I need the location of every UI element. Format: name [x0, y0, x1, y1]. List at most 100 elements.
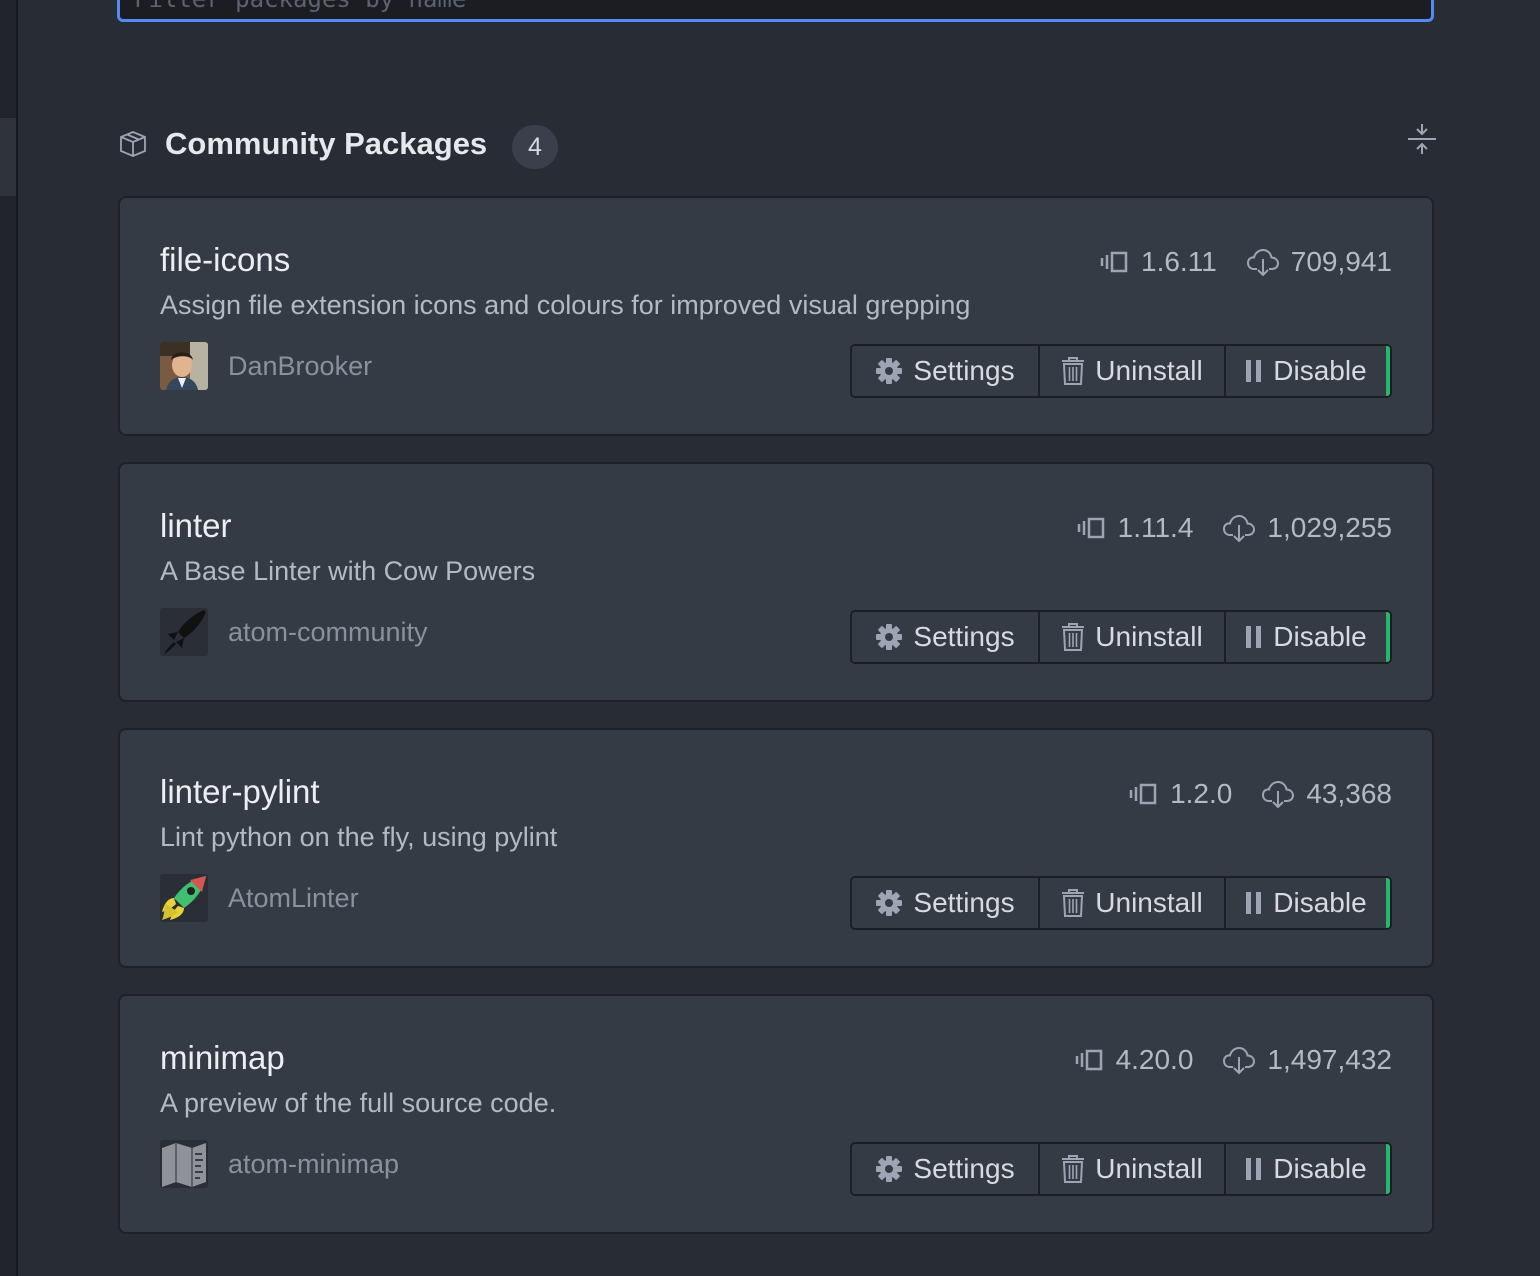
uninstall-button[interactable]: Uninstall [1038, 612, 1224, 662]
package-downloads: 1,497,432 [1267, 1044, 1392, 1075]
package-description: A Base Linter with Cow Powers [160, 556, 536, 586]
cloud-download-icon [1223, 1046, 1256, 1075]
downloads-stat: 1,497,432 [1223, 1044, 1392, 1076]
author-name[interactable]: atom-community [228, 617, 428, 648]
uninstall-label: Uninstall [1095, 355, 1203, 386]
package-author[interactable]: atom-minimap [160, 1140, 399, 1188]
package-description: Lint python on the fly, using pylint [160, 822, 558, 852]
package-name[interactable]: file-icons [160, 238, 290, 282]
trash-icon [1062, 889, 1085, 917]
disable-button[interactable]: Disable [1224, 612, 1390, 662]
package-description: A preview of the full source code. [160, 1088, 557, 1118]
cloud-download-icon [1246, 248, 1279, 277]
avatar [160, 1140, 208, 1188]
avatar [160, 608, 208, 656]
settings-button[interactable]: Settings [852, 1144, 1038, 1194]
trash-icon [1062, 1155, 1085, 1183]
settings-label: Settings [913, 1153, 1015, 1184]
settings-label: Settings [913, 621, 1015, 652]
package-name[interactable]: linter [160, 504, 232, 548]
versions-icon [1077, 517, 1104, 539]
package-downloads: 43,368 [1306, 778, 1392, 809]
disable-label: Disable [1273, 887, 1367, 918]
downloads-stat: 1,029,255 [1223, 512, 1392, 544]
community-packages-header: Community Packages 4 [116, 120, 1438, 172]
package-actions: Settings Uninstall Disable [850, 610, 1392, 664]
settings-label: Settings [913, 355, 1015, 386]
pause-icon [1246, 892, 1262, 914]
package-card-linter: linter A Base Linter with Cow Powers 1.1… [118, 462, 1434, 702]
pause-icon [1246, 1158, 1262, 1180]
disable-button[interactable]: Disable [1224, 346, 1390, 396]
package-stats: 1.2.0 43,368 [1128, 774, 1392, 814]
package-icon [120, 131, 146, 157]
gear-icon [876, 890, 903, 916]
settings-button[interactable]: Settings [852, 878, 1038, 928]
package-name[interactable]: linter-pylint [160, 770, 320, 814]
left-panel-edge [0, 0, 18, 1276]
cloud-download-icon [1262, 780, 1295, 809]
package-author[interactable]: atom-community [160, 608, 428, 656]
uninstall-button[interactable]: Uninstall [1038, 1144, 1224, 1194]
uninstall-label: Uninstall [1095, 1153, 1203, 1184]
settings-button[interactable]: Settings [852, 346, 1038, 396]
trash-icon [1062, 357, 1085, 385]
settings-label: Settings [913, 887, 1015, 918]
package-description: Assign file extension icons and colours … [160, 290, 971, 320]
settings-button[interactable]: Settings [852, 612, 1038, 662]
versions-icon [1100, 251, 1128, 273]
package-card-linter-pylint: linter-pylint Lint python on the fly, us… [118, 728, 1434, 968]
package-author[interactable]: DanBrooker [160, 342, 372, 390]
version-stat: 1.2.0 [1128, 778, 1232, 810]
package-downloads: 1,029,255 [1267, 512, 1392, 543]
package-stats: 1.6.11 709,941 [1099, 242, 1392, 282]
left-panel-scroll-thumb[interactable] [0, 118, 16, 196]
uninstall-button[interactable]: Uninstall [1038, 346, 1224, 396]
uninstall-label: Uninstall [1095, 887, 1203, 918]
package-stats: 1.11.4 1,029,255 [1076, 508, 1392, 548]
disable-label: Disable [1273, 355, 1367, 386]
author-name[interactable]: atom-minimap [228, 1149, 399, 1180]
gear-icon [876, 624, 903, 650]
uninstall-label: Uninstall [1095, 621, 1203, 652]
uninstall-button[interactable]: Uninstall [1038, 878, 1224, 928]
package-version: 4.20.0 [1115, 1044, 1194, 1075]
author-name[interactable]: DanBrooker [228, 351, 372, 382]
package-version: 1.11.4 [1117, 512, 1194, 543]
downloads-stat: 43,368 [1262, 778, 1392, 810]
package-version: 1.6.11 [1141, 246, 1217, 277]
package-card-minimap: minimap A preview of the full source cod… [118, 994, 1434, 1234]
disable-label: Disable [1273, 1153, 1367, 1184]
gear-icon [876, 358, 903, 384]
package-actions: Settings Uninstall Disable [850, 876, 1392, 930]
package-stats: 4.20.0 1,497,432 [1074, 1040, 1392, 1080]
trash-icon [1062, 623, 1085, 651]
package-version: 1.2.0 [1170, 778, 1233, 809]
disable-button[interactable]: Disable [1224, 878, 1390, 928]
version-stat: 1.6.11 [1099, 246, 1217, 278]
disable-button[interactable]: Disable [1224, 1144, 1390, 1194]
package-actions: Settings Uninstall Disable [850, 1142, 1392, 1196]
package-downloads: 709,941 [1290, 246, 1392, 277]
section-title: Community Packages [165, 126, 488, 161]
pause-icon [1246, 360, 1262, 382]
versions-icon [1129, 783, 1157, 805]
filter-packages-input[interactable] [117, 0, 1434, 22]
package-actions: Settings Uninstall Disable [850, 344, 1392, 398]
package-author[interactable]: AtomLinter [160, 874, 359, 922]
avatar [160, 342, 208, 390]
avatar [160, 874, 208, 922]
package-card-file-icons: file-icons Assign file extension icons a… [118, 196, 1434, 436]
package-count-badge: 4 [512, 125, 558, 169]
author-name[interactable]: AtomLinter [228, 883, 359, 914]
downloads-stat: 709,941 [1246, 246, 1392, 278]
version-stat: 4.20.0 [1074, 1044, 1194, 1076]
fold-icon[interactable] [1406, 122, 1438, 156]
pause-icon [1246, 626, 1262, 648]
version-stat: 1.11.4 [1076, 512, 1194, 544]
package-name[interactable]: minimap [160, 1036, 285, 1080]
gear-icon [876, 1156, 903, 1182]
cloud-download-icon [1223, 514, 1256, 543]
versions-icon [1075, 1049, 1102, 1071]
disable-label: Disable [1273, 621, 1367, 652]
